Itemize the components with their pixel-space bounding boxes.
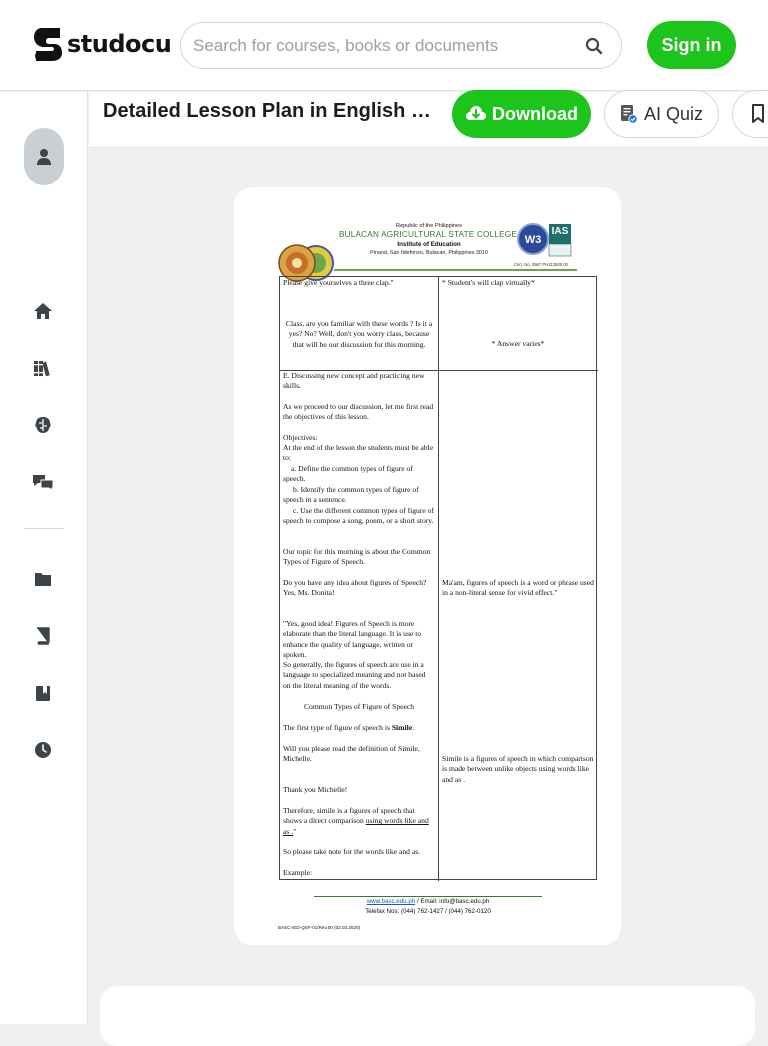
table-column-divider [438, 277, 439, 881]
table-cell: Therefore, simile is a figures of speech… [283, 806, 435, 837]
bookmark-book-icon[interactable] [32, 682, 54, 704]
college-name: BULACAN AGRICULTURAL STATE COLLEGE [338, 230, 518, 239]
quiz-document-icon [620, 105, 638, 124]
brand-name: studocu [67, 30, 172, 58]
table-cell: Class, are you familiar with these words… [285, 319, 433, 349]
table-cell: Simile is a figures of speech in which c… [442, 754, 594, 784]
table-cell: "Yes, good idea! Figures of Speech is mo… [283, 619, 422, 660]
save-bookmark-button[interactable] [732, 90, 768, 138]
next-content-card [100, 986, 755, 1046]
folder-icon[interactable] [32, 568, 54, 590]
ias-logo-text: IAS [551, 226, 569, 237]
table-cell: Common Types of Figure of Speech [303, 702, 415, 711]
studocu-logo-icon [34, 28, 62, 61]
sidebar-divider [24, 528, 64, 529]
library-icon[interactable] [32, 357, 54, 379]
download-button[interactable]: Download [452, 90, 591, 138]
certification-number: Cert. No. 3567 PH212500.00 [513, 262, 568, 267]
table-cell: Our topic for this morning is about the … [283, 547, 431, 567]
table-cell: * Answer varies* [491, 339, 545, 348]
home-icon[interactable] [32, 300, 54, 322]
table-cell: Ma'am, figures of speech is a word or ph… [442, 578, 594, 598]
lesson-table: Please give yourselves a three clap." * … [279, 276, 598, 881]
table-cell: Thank you Michelle! [283, 785, 348, 794]
table-cell: At the end of the lesson the students mu… [283, 443, 434, 463]
download-label: Download [492, 103, 578, 124]
objective-b: b. Identify the common types of figure o… [283, 485, 419, 505]
simile-bold-text: Simile [391, 723, 413, 732]
table-cell: Objectives: [283, 433, 318, 442]
top-navigation-bar: studocu Search for courses, books or doc… [0, 0, 768, 91]
search-bar[interactable]: Search for courses, books or documents [180, 22, 622, 69]
table-cell: As we proceed to our discussion, let me … [283, 402, 434, 422]
table-cell-text: . [412, 723, 414, 732]
footer-contact: www.basc.edu.ph / Email: info@basc.edu.p… [314, 898, 542, 905]
ai-quiz-button[interactable]: AI Quiz [604, 90, 719, 138]
ai-quiz-label: AI Quiz [643, 103, 704, 124]
document-page: Republic of the Philippines BULACAN AGRI… [234, 187, 621, 945]
chat-icon[interactable] [32, 471, 54, 493]
header-rule [334, 269, 577, 271]
objective-a: a. Define the common types of figure of … [283, 464, 413, 484]
svg-text:W3: W3 [525, 234, 542, 246]
ai-brain-icon[interactable] [32, 414, 54, 436]
table-cell: So generally, the figures of speech are … [283, 660, 426, 690]
footer-email: / Email: info@basc.edu.ph [415, 898, 490, 905]
table-cell-text: The first type of figure of speech is [283, 723, 392, 732]
table-cell: Example: [283, 868, 313, 877]
book-icon[interactable] [32, 625, 54, 647]
table-cell: * Student's will clap virtually* [442, 278, 535, 287]
search-icon[interactable] [585, 37, 603, 55]
user-icon [37, 148, 51, 165]
bookmark-icon [752, 104, 764, 123]
table-cell: The first type of figure of speech is Si… [283, 723, 435, 733]
search-input[interactable]: Search for courses, books or documents [193, 36, 498, 56]
form-code: BASC-IED-QSF-01/Rev.00 (02.03.2020) [278, 925, 361, 930]
section-heading: E. Discussing new concept and practicing… [283, 371, 425, 391]
college-address: Pinaod, San Ildefonso, Bulacan, Philippi… [370, 250, 488, 256]
footer-telefax: Telefax Nos: (044) 762-1427 / (044) 762-… [365, 908, 491, 915]
history-icon[interactable] [32, 739, 54, 761]
left-sidebar [0, 92, 88, 1024]
table-cell: Will you please read the definition of S… [283, 744, 420, 764]
table-cell-text: " [293, 826, 297, 836]
objective-c: c. Use the different common types of fig… [283, 506, 434, 526]
cloud-download-icon [466, 106, 486, 120]
website-link[interactable]: www.basc.edu.ph [367, 898, 416, 905]
sign-in-button[interactable]: Sign in [647, 21, 736, 69]
studocu-logo[interactable]: studocu [32, 26, 172, 62]
table-cell: So please take note for the words like a… [283, 847, 421, 856]
institute-name: Institute of Education [397, 241, 461, 248]
footer-rule [314, 896, 542, 897]
table-cell: Please give yourselves a three clap." [283, 278, 394, 287]
user-avatar[interactable] [24, 128, 64, 185]
document-title: Detailed Lesson Plan in English 7 Typ... [103, 100, 433, 122]
document-toolbar: Detailed Lesson Plan in English 7 Typ...… [89, 90, 768, 148]
republic-line: Republic of the Philippines [396, 223, 462, 229]
table-cell: Do you have any idea about figures of Sp… [283, 578, 427, 598]
